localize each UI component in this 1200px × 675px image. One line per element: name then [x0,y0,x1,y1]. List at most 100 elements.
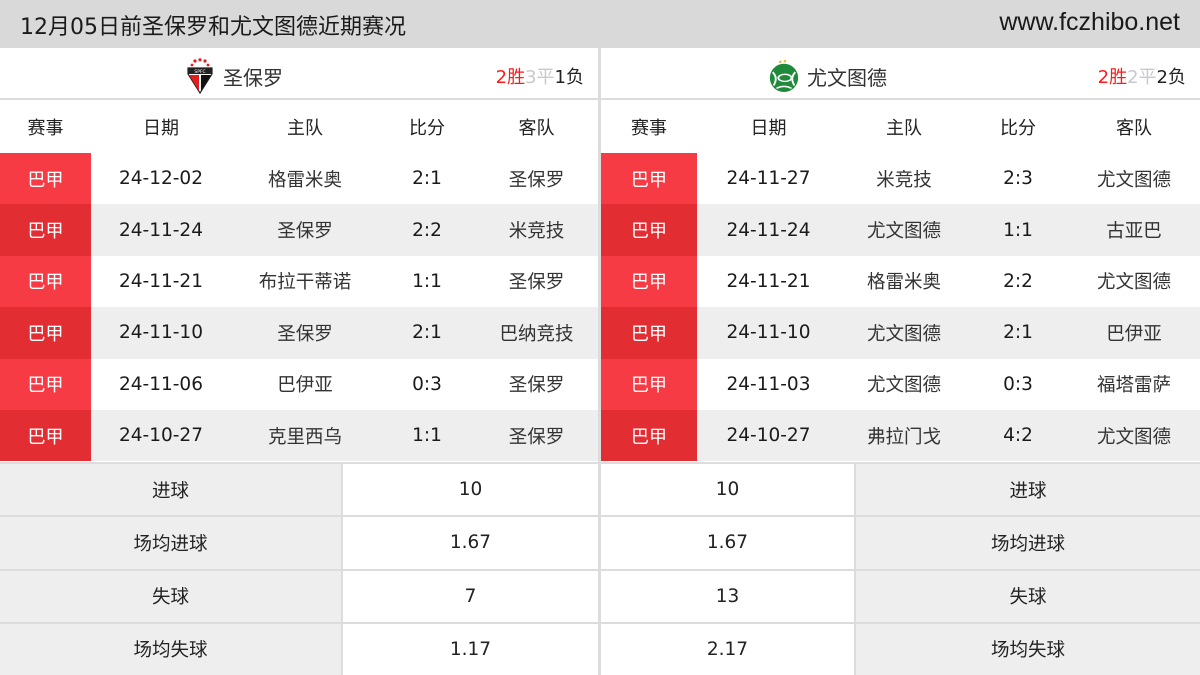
stat-value: 13 [601,570,856,622]
table-row[interactable]: 巴甲 24-12-02 格雷米奥 2:1 圣保罗 [0,153,598,205]
stat-row: 10 进球 [601,462,1200,516]
stat-row: 失球 7 [0,568,598,622]
match-date: 24-11-21 [726,270,811,292]
match-date: 24-11-27 [726,168,811,190]
match-date: 24-10-27 [726,425,811,447]
stat-value: 2.17 [601,623,856,675]
match-date: 24-11-06 [119,373,203,395]
col-date: 日期 [143,117,179,139]
away-team: 圣保罗 [508,375,565,397]
table-row[interactable]: 巴甲 24-10-27 克里西乌 1:1 圣保罗 [0,409,598,462]
record-losses: 1负 [554,67,584,88]
column-header-row: 赛事 日期 主队 比分 客队 [601,100,1200,153]
stat-label: 失球 [856,570,1200,622]
match-score: 0:3 [412,373,442,395]
col-score: 比分 [1000,117,1036,139]
league-badge: 巴甲 [0,307,91,359]
home-team: 巴伊亚 [277,375,333,397]
league-badge: 巴甲 [601,358,697,410]
site-url[interactable]: www.fczhibo.net [999,8,1180,37]
match-score: 1:1 [412,270,442,292]
stat-label: 进球 [0,464,343,516]
stat-label: 场均进球 [0,517,343,569]
col-league: 赛事 [631,117,667,139]
home-team: 尤文图德 [866,375,941,397]
match-date: 24-11-10 [726,322,811,344]
table-row[interactable]: 巴甲 24-11-21 布拉干蒂诺 1:1 圣保罗 [0,255,598,308]
stat-value: 1.67 [601,517,856,569]
match-date: 24-11-24 [726,219,811,241]
stat-value: 10 [601,464,856,516]
away-team: 巴伊亚 [1106,323,1162,345]
stat-value: 7 [343,570,598,622]
match-date: 24-11-24 [119,219,203,241]
stat-row: 2.17 场均失球 [601,621,1200,675]
col-away: 客队 [518,117,555,139]
home-team: 圣保罗 [277,323,333,345]
league-badge: 巴甲 [0,204,91,256]
record-losses: 2负 [1156,67,1186,88]
team-name[interactable]: 圣保罗 [223,62,283,91]
juventude-crest-icon [769,59,799,93]
stat-label: 场均失球 [0,623,343,675]
match-date: 24-11-10 [119,322,203,344]
match-date: 24-11-03 [726,373,811,395]
league-badge: 巴甲 [0,409,91,462]
away-team: 福塔雷萨 [1096,375,1171,397]
match-score: 2:1 [412,322,442,344]
stat-row: 13 失球 [601,568,1200,622]
match-score: 4:2 [1003,425,1033,447]
home-team-panel: SPFC 圣保罗 2胜3平1负 赛事 日期 主队 比分 客队 巴甲 24-12-… [0,48,598,462]
table-row[interactable]: 巴甲 24-11-24 圣保罗 2:2 米竞技 [0,204,598,256]
team-header: SPFC 圣保罗 2胜3平1负 [0,48,598,100]
table-row[interactable]: 巴甲 24-11-10 尤文图德 2:1 巴伊亚 [601,307,1200,359]
stat-label: 场均进球 [856,517,1200,569]
table-row[interactable]: 巴甲 24-11-03 尤文图德 0:3 福塔雷萨 [601,358,1200,410]
stat-label: 失球 [0,570,343,622]
home-team: 米竞技 [876,169,932,191]
home-team: 尤文图德 [866,323,941,345]
team-record: 2胜3平1负 [496,63,584,89]
table-row[interactable]: 巴甲 24-10-27 弗拉门戈 4:2 尤文图德 [601,409,1200,462]
home-team: 圣保罗 [277,221,333,243]
match-score: 2:2 [412,219,442,241]
col-home: 主队 [886,117,922,139]
stat-row: 场均进球 1.67 [0,515,598,569]
league-badge: 巴甲 [601,307,697,359]
table-row[interactable]: 巴甲 24-11-10 圣保罗 2:1 巴纳竞技 [0,307,598,359]
league-badge: 巴甲 [601,204,697,256]
match-score: 0:3 [1003,373,1033,395]
svg-text:SPFC: SPFC [194,69,205,75]
table-row[interactable]: 巴甲 24-11-24 尤文图德 1:1 古亚巴 [601,204,1200,256]
away-team: 古亚巴 [1106,221,1162,243]
match-date: 24-11-21 [119,270,203,292]
team-name[interactable]: 尤文图德 [807,62,887,91]
home-team: 布拉干蒂诺 [258,272,352,294]
home-team: 克里西乌 [267,426,342,448]
table-row[interactable]: 巴甲 24-11-21 格雷米奥 2:2 尤文图德 [601,255,1200,308]
record-wins: 2胜 [495,67,526,88]
home-team: 格雷米奥 [866,272,941,294]
table-row[interactable]: 巴甲 24-11-27 米竞技 2:3 尤文图德 [601,153,1200,205]
stat-row: 进球 10 [0,462,598,516]
stat-label: 场均失球 [856,623,1200,675]
match-score: 2:1 [412,168,442,190]
match-score: 2:2 [1003,270,1033,292]
team-record: 2胜2平2负 [1098,63,1186,89]
match-score: 2:3 [1003,168,1033,190]
sao-paulo-crest-icon: SPFC [187,58,213,94]
match-list: 巴甲 24-11-27 米竞技 2:3 尤文图德 巴甲 24-11-24 尤文图… [601,153,1200,462]
column-header-row: 赛事 日期 主队 比分 客队 [0,100,598,153]
away-team: 尤文图德 [1096,272,1171,294]
league-badge: 巴甲 [601,153,697,205]
col-league: 赛事 [27,117,64,139]
table-row[interactable]: 巴甲 24-11-06 巴伊亚 0:3 圣保罗 [0,358,598,410]
away-team: 圣保罗 [508,169,565,191]
stat-value: 10 [343,464,598,516]
page-title: 12月05日前圣保罗和尤文图德近期赛况 [20,15,406,40]
title-bar: 12月05日前圣保罗和尤文图德近期赛况 www.fczhibo.net [0,0,1200,48]
home-team: 弗拉门戈 [866,426,941,448]
away-team: 尤文图德 [1096,426,1171,448]
col-away: 客队 [1116,117,1152,139]
away-team: 圣保罗 [508,272,565,294]
